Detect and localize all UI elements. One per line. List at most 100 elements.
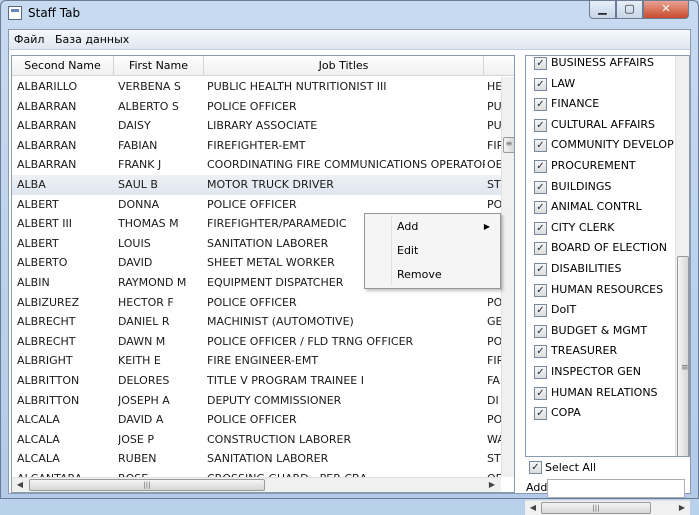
- department-checkbox[interactable]: ✓: [534, 304, 547, 318]
- department-horizontal-scrollbar[interactable]: ◀ ||| ▶: [525, 500, 690, 515]
- add-department-input[interactable]: [547, 479, 685, 498]
- table-row[interactable]: ALBARRAN FRANK J COORDINATING FIRE COMMUNI…: [12, 155, 502, 175]
- context-menu-edit[interactable]: Edit: [367, 240, 498, 262]
- context-menu-add[interactable]: Add ▶: [367, 216, 498, 238]
- department-item[interactable]: ✓ COMMUNITY DEVELOPMENT: [526, 135, 674, 156]
- department-checkbox[interactable]: ✓: [534, 242, 547, 256]
- column-header-second-name[interactable]: Second Name: [12, 56, 114, 76]
- department-horizontal-scroll-thumb[interactable]: |||: [541, 502, 651, 514]
- department-item[interactable]: ✓ COPA: [526, 403, 674, 424]
- grid-vertical-scrollbar[interactable]: ≡: [501, 77, 514, 477]
- table-row[interactable]: ALBARRAN FABIAN FIREFIGHTER-EMT FIR: [12, 136, 502, 156]
- department-checkbox[interactable]: ✓: [534, 324, 547, 338]
- department-checkbox[interactable]: ✓: [534, 366, 547, 379]
- department-item[interactable]: ✓ BUDGET & MGMT: [526, 321, 674, 342]
- menu-file[interactable]: Файл: [14, 33, 44, 46]
- table-row[interactable]: ALBARRAN DAISY LIBRARY ASSOCIATE PU: [12, 116, 502, 136]
- scroll-left-icon[interactable]: ◀: [13, 479, 27, 491]
- table-row[interactable]: ALCALA RUBEN SANITATION LABORER ST: [12, 449, 502, 469]
- department-scroll-left-icon[interactable]: ◀: [526, 502, 540, 514]
- table-cell: ALBRITTON: [17, 374, 80, 387]
- table-cell: ALBERTO S: [118, 99, 179, 113]
- client-area: Файл База данных Second Name First Name …: [8, 29, 691, 515]
- table-cell: OE: [487, 158, 502, 172]
- department-item[interactable]: ✓ PROCUREMENT: [526, 156, 674, 177]
- context-menu: Add ▶ Edit Remove: [364, 213, 501, 289]
- department-item[interactable]: ✓ CULTURAL AFFAIRS: [526, 115, 674, 136]
- table-row[interactable]: ALBRIGHT KEITH E FIRE ENGINEER-EMT FIR: [12, 351, 502, 371]
- table-cell: FIR: [487, 138, 502, 152]
- table-row[interactable]: ALCALA DAVID A POLICE OFFICER PO: [12, 410, 502, 430]
- department-checkbox[interactable]: ✓: [534, 221, 547, 235]
- maximize-button[interactable]: ▢: [616, 1, 643, 19]
- minimize-button[interactable]: ▁: [589, 1, 616, 19]
- department-item[interactable]: ✓ BUSINESS AFFAIRS: [526, 56, 674, 74]
- department-checkbox[interactable]: ✓: [534, 263, 547, 276]
- table-cell: MOTOR TRUCK DRIVER: [207, 178, 334, 191]
- department-checkbox[interactable]: ✓: [534, 345, 547, 359]
- department-item[interactable]: ✓ TREASURER: [526, 341, 674, 362]
- department-checkbox[interactable]: ✓: [534, 283, 547, 297]
- department-item[interactable]: ✓ HUMAN RESOURCES: [526, 280, 674, 301]
- department-scroll-grip-icon: ≡: [681, 363, 689, 373]
- table-cell: POLICE OFFICER: [207, 197, 297, 211]
- department-checkbox[interactable]: ✓: [534, 386, 547, 400]
- department-item[interactable]: ✓ DISABILITIES: [526, 259, 674, 280]
- table-cell: ALBERTO: [17, 256, 68, 270]
- department-checkbox[interactable]: ✓: [534, 180, 547, 194]
- department-checkbox[interactable]: ✓: [534, 57, 547, 70]
- department-checkbox[interactable]: ✓: [534, 201, 547, 215]
- table-cell: DONNA: [118, 197, 160, 211]
- title-bar[interactable]: Staff Tab ▁ ▢ ✕: [1, 1, 698, 27]
- department-scroll-right-icon[interactable]: ▶: [675, 502, 689, 514]
- department-vertical-scroll-thumb[interactable]: ≡: [677, 256, 689, 456]
- department-list[interactable]: ✓ COPA ✓ HUMAN RELATIONS ✓ INSPECTOR GEN ✓ TREA…: [525, 55, 690, 457]
- table-cell: ALBRIGHT: [17, 354, 73, 368]
- grid-horizontal-scroll-thumb[interactable]: |||: [29, 479, 265, 491]
- table-cell: FIR: [487, 354, 502, 368]
- context-menu-remove[interactable]: Remove: [367, 264, 498, 286]
- table-row[interactable]: ALBRECHT DANIEL R MACHINIST (AUTOMOTIVE) GE: [12, 312, 502, 332]
- table-row[interactable]: ALBRITTON JOSEPH A DEPUTY COMMISSIONER DI: [12, 391, 502, 411]
- table-cell: ALBRITTON: [17, 393, 80, 407]
- department-checkbox[interactable]: ✓: [534, 139, 547, 153]
- grid-vertical-scroll-thumb[interactable]: ≡: [503, 137, 514, 153]
- department-checkbox[interactable]: ✓: [534, 77, 547, 91]
- column-header-first-name[interactable]: First Name: [114, 56, 204, 76]
- department-item[interactable]: ✓ LAW: [526, 74, 674, 95]
- table-cell: RAYMOND M: [118, 276, 187, 289]
- department-vertical-scrollbar[interactable]: ≡: [675, 56, 689, 456]
- department-item[interactable]: ✓ BOARD OF ELECTION: [526, 238, 674, 259]
- table-row[interactable]: ALBERT DONNA POLICE OFFICER PO: [12, 195, 502, 215]
- department-checkbox[interactable]: ✓: [534, 407, 547, 421]
- department-item[interactable]: ✓ HUMAN RELATIONS: [526, 383, 674, 404]
- table-row[interactable]: ALBA SAUL B MOTOR TRUCK DRIVER ST: [12, 175, 502, 195]
- column-header-job-titles[interactable]: Job Titles: [204, 56, 484, 76]
- table-cell: ALBA: [17, 178, 46, 191]
- department-checkbox[interactable]: ✓: [534, 98, 547, 112]
- table-row[interactable]: ALBRITTON DELORES TITLE V PROGRAM TRAINEE …: [12, 371, 502, 391]
- department-item[interactable]: ✓ CITY CLERK: [526, 218, 674, 239]
- grid-horizontal-scrollbar[interactable]: ◀ ||| ▶: [12, 477, 501, 492]
- department-checkbox[interactable]: ✓: [534, 160, 547, 173]
- table-row[interactable]: ALBARILLO VERBENA S PUBLIC HEALTH NUTRITIO…: [12, 77, 502, 97]
- department-item[interactable]: ✓ DoIT: [526, 300, 674, 321]
- table-row[interactable]: ALBARRAN ALBERTO S POLICE OFFICER PU: [12, 97, 502, 117]
- scroll-right-icon[interactable]: ▶: [485, 479, 499, 491]
- close-button[interactable]: ✕: [643, 1, 689, 19]
- department-checkbox[interactable]: ✓: [534, 118, 547, 132]
- department-item[interactable]: ✓ ANIMAL CONTRL: [526, 197, 674, 218]
- select-all-checkbox[interactable]: ✓: [529, 461, 542, 474]
- table-cell: OE: [487, 469, 502, 477]
- table-cell: HE: [487, 80, 502, 93]
- menu-database[interactable]: База данных: [55, 33, 129, 46]
- table-row[interactable]: ALBRECHT DAWN M POLICE OFFICER / FLD TRNG …: [12, 332, 502, 352]
- department-item[interactable]: ✓ FINANCE: [526, 94, 674, 115]
- table-cell: PO: [487, 295, 502, 309]
- select-all-row[interactable]: ✓ Select All: [525, 457, 690, 478]
- department-item[interactable]: ✓ INSPECTOR GEN: [526, 362, 674, 383]
- table-row[interactable]: ALCANTARA ROSECROSSING GUARD - PER CBAOE: [12, 469, 502, 477]
- table-row[interactable]: ALBIZUREZ HECTOR F POLICE OFFICER PO: [12, 293, 502, 313]
- department-item[interactable]: ✓ BUILDINGS: [526, 177, 674, 198]
- table-row[interactable]: ALCALA JOSE P CONSTRUCTION LABORER WA: [12, 430, 502, 450]
